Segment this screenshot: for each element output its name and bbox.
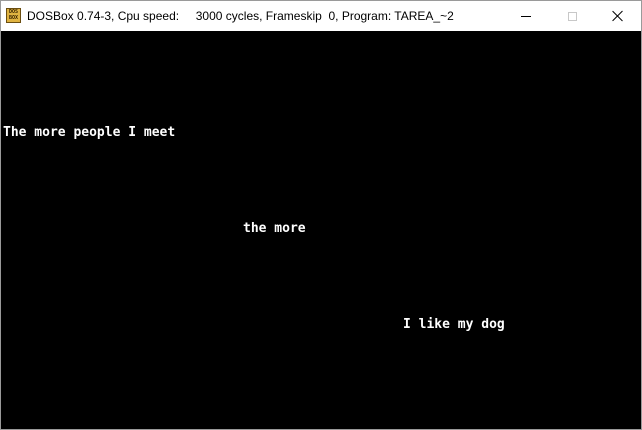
dos-screen[interactable]: The more people I meet the more I like m… [1, 31, 641, 429]
dos-output-line-3: I like my dog [403, 317, 505, 332]
minimize-icon [521, 15, 531, 17]
dos-output-line-1: The more people I meet [3, 125, 176, 140]
maximize-button[interactable] [549, 1, 595, 31]
close-icon [612, 10, 624, 22]
dosbox-window: DOS BOX DOSBox 0.74-3, Cpu speed: 3000 c… [0, 0, 642, 430]
minimize-button[interactable] [503, 1, 549, 31]
close-button[interactable] [595, 1, 641, 31]
title-bar[interactable]: DOS BOX DOSBox 0.74-3, Cpu speed: 3000 c… [1, 1, 641, 31]
dosbox-app-icon[interactable]: DOS BOX [6, 8, 21, 23]
window-title: DOSBox 0.74-3, Cpu speed: 3000 cycles, F… [27, 9, 454, 23]
maximize-icon [567, 11, 577, 21]
dos-output-line-2: the more [243, 221, 306, 236]
